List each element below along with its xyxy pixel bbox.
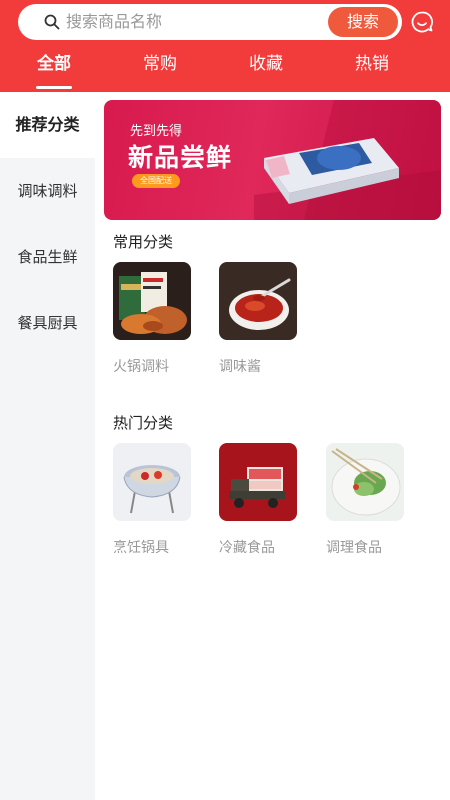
category-label: 火锅调料 xyxy=(113,359,169,375)
search-placeholder: 搜索商品名称 xyxy=(66,12,163,31)
seasoning-sauce-image xyxy=(219,262,297,340)
category-sidebar: 推荐分类 调味调料 食品生鲜 餐具厨具 xyxy=(0,92,95,800)
hotpot-seasoning-image xyxy=(113,262,191,340)
section-title-hot: 热门分类 xyxy=(113,414,174,432)
refrigerated-food-image xyxy=(219,443,297,521)
category-label: 调味酱 xyxy=(219,359,261,375)
prepared-food-image xyxy=(326,443,404,521)
section-title-common: 常用分类 xyxy=(113,233,174,251)
category-label: 调理食品 xyxy=(326,540,382,556)
search-icon xyxy=(44,14,60,30)
product-package-image xyxy=(264,138,399,204)
active-tab-indicator xyxy=(36,86,72,89)
category-label: 冷藏食品 xyxy=(219,540,275,556)
tab-favorites[interactable]: 收藏 xyxy=(226,52,306,76)
tab-bar: 全部 常购 收藏 热销 xyxy=(0,48,450,92)
search-input[interactable]: 搜索商品名称 搜索 xyxy=(18,4,402,40)
cooking-pot-image xyxy=(113,443,191,521)
chat-bubble-icon[interactable] xyxy=(410,10,434,34)
top-header: 搜索商品名称 搜索 全部 常购 收藏 热销 xyxy=(0,0,450,92)
sidebar-item-tableware[interactable]: 餐具厨具 xyxy=(0,290,95,356)
tab-all[interactable]: 全部 xyxy=(14,52,94,76)
sidebar-item-seasonings[interactable]: 调味调料 xyxy=(0,158,95,224)
tab-hot-sales[interactable]: 热销 xyxy=(332,52,412,76)
banner-pill: 全国配送 xyxy=(132,174,180,188)
category-label: 烹饪锅具 xyxy=(113,540,169,556)
tab-frequent[interactable]: 常购 xyxy=(120,52,200,76)
category-card-prepared-food[interactable]: 调理食品 xyxy=(326,443,404,557)
category-card-refrigerated-food[interactable]: 冷藏食品 xyxy=(219,443,297,557)
banner-title: 新品尝鲜 xyxy=(128,143,233,172)
sidebar-item-fresh-food[interactable]: 食品生鲜 xyxy=(0,224,95,290)
search-button[interactable]: 搜索 xyxy=(328,7,398,37)
sidebar-item-recommended[interactable]: 推荐分类 xyxy=(0,92,95,158)
category-card-seasoning-sauce[interactable]: 调味酱 xyxy=(219,262,297,376)
category-card-cooking-pot[interactable]: 烹饪锅具 xyxy=(113,443,191,557)
promo-banner[interactable]: 先到先得 新品尝鲜 全国配送 xyxy=(104,100,441,220)
category-card-hotpot-seasoning[interactable]: 火锅调料 xyxy=(113,262,191,376)
banner-subtitle: 先到先得 xyxy=(130,124,183,139)
